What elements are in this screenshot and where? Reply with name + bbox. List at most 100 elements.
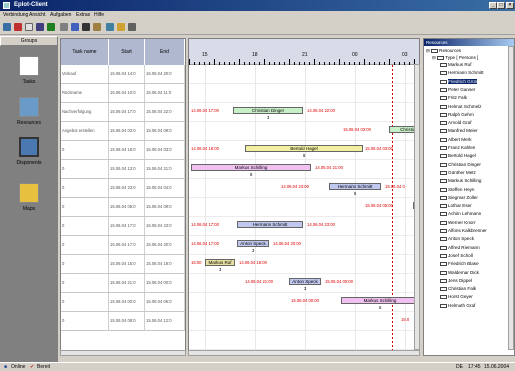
table-row[interactable]: 0 15.06.04 15:0 15.06.04 18:0 (61, 255, 185, 274)
resource-person-item[interactable]: Arnold Graf (440, 120, 472, 126)
resource-person-label: Markus Ruf (448, 62, 472, 67)
table-row[interactable]: Nachverfolgung 15.06.04 17:0 15.06.04 22:0 (61, 103, 185, 122)
resource-person-item[interactable]: Ralph Gehm (440, 112, 474, 117)
resource-person-item[interactable]: Bertold Hagel (440, 153, 476, 159)
resource-person-item[interactable]: Fritz Falk (440, 95, 467, 101)
resources-vscroll[interactable] (508, 46, 514, 350)
resource-person-item[interactable]: Alfons Kalkbrenner (440, 228, 487, 233)
resource-person-item[interactable]: Jens Dippel (440, 278, 472, 283)
table-row[interactable]: 0 15.06.04 13:0 15.06.04 21:0 (61, 160, 185, 179)
table-row[interactable]: 0 15.06.04 23:0 15.06.04 04:0 (61, 179, 185, 198)
resource-person-label: Franz Kahlen (448, 145, 476, 150)
resource-person-item[interactable]: Helmuth Graf (440, 303, 475, 308)
table-row[interactable]: Rückname 15.06.04 10:0 15.06.04 11:0 (61, 84, 185, 103)
gantt-bar[interactable]: Markus Schilling (191, 164, 311, 171)
table-row[interactable]: 0 15.06.04 08:0 15.06.04 12:0 (61, 312, 185, 331)
close-button[interactable]: × (506, 2, 514, 9)
resource-person-item[interactable]: Werner Knorr (440, 220, 476, 225)
table-row[interactable]: Angebot erstellen 15.06.04 03:0 15.06.04 0… (61, 122, 185, 141)
refresh-icon[interactable] (47, 23, 55, 31)
gantt-bar[interactable]: Christian Dinger (233, 107, 303, 114)
help-icon[interactable] (128, 23, 136, 31)
resource-person-item[interactable]: Helmut Schmelz (440, 104, 481, 109)
current-time-line (392, 65, 393, 355)
table-row[interactable]: 0 15.06.04 18:0 15.06.04 03:0 (61, 141, 185, 160)
filter-icon[interactable] (82, 23, 90, 31)
resource-person-item[interactable]: Markus Ruf (440, 62, 472, 67)
resource-person-item[interactable]: Friedrich Grün (440, 78, 478, 84)
resource-person-item[interactable]: Günther Metz (440, 170, 476, 175)
col-task-name[interactable]: Task name (61, 39, 109, 65)
gantt-bar[interactable]: Markus Schilling (341, 297, 419, 304)
resource-person-item[interactable]: Horst Geyer (440, 294, 473, 300)
menu-extras[interactable]: Extras (76, 12, 90, 18)
resource-person-item[interactable]: Waldemar Dick (440, 270, 479, 275)
gantt-bar[interactable]: Markus Ruf (205, 259, 235, 266)
disconnect-icon[interactable] (14, 23, 22, 31)
menu-verbindung[interactable]: Verbindung (3, 12, 28, 18)
resource-person-item[interactable]: Josef Scholl (440, 253, 473, 258)
settings-icon[interactable] (117, 23, 125, 31)
resource-person-item[interactable]: Manfred Meier (440, 128, 478, 134)
new-icon[interactable] (25, 23, 33, 31)
person-icon (440, 278, 447, 283)
table-row[interactable]: 0 15.06.04 17:0 15.06.04 20:0 (61, 236, 185, 255)
person-icon (440, 204, 447, 209)
menu-ansicht[interactable]: Ansicht (29, 12, 45, 18)
table-row[interactable]: 0 15.06.04 05:0 15.06.04 09:0 (61, 198, 185, 217)
maximize-button[interactable]: □ (497, 2, 505, 9)
resource-person-item[interactable]: Albert Merk (440, 137, 472, 142)
save-icon[interactable] (36, 23, 44, 31)
resource-person-item[interactable]: Peter Ganser (440, 87, 475, 92)
resource-person-item[interactable]: Lothar Eser (440, 203, 472, 209)
person-icon (440, 104, 447, 109)
resource-person-item[interactable]: Christian Dinger (440, 162, 481, 167)
table-icon[interactable] (60, 23, 68, 31)
group-maps[interactable]: Maps (8, 183, 50, 212)
resource-person-item[interactable]: Hermann Schmitt (440, 70, 484, 76)
tree-root[interactable]: ⊟ Resources (426, 48, 461, 54)
connect-icon[interactable] (3, 23, 11, 31)
resource-icon[interactable] (93, 23, 101, 31)
resource-person-item[interactable]: Franz Kahlen (440, 145, 475, 150)
gantt-icon[interactable] (71, 23, 79, 31)
person-icon (440, 79, 447, 84)
table-cell: 15.06.04 21:0 (109, 274, 145, 292)
resource-person-label: Ralph Gehm (448, 111, 474, 117)
table-cell: 15.06.04 18:0 (109, 141, 145, 159)
resource-person-item[interactable]: Siegmar Zoller (440, 195, 478, 200)
resource-person-item[interactable]: Friedrich Blase (440, 261, 479, 267)
task-grid-hscroll[interactable] (60, 350, 186, 356)
group-resources[interactable]: Resources (8, 97, 50, 126)
online-icon: ■ (4, 364, 8, 370)
tree-type-node[interactable]: ⊟ Type [ Persons ] (432, 55, 478, 61)
table-row[interactable]: 0 15.06.04 17:0 15.06.04 23:0 (61, 217, 185, 236)
col-start[interactable]: Start (109, 39, 145, 65)
group-disponents[interactable]: Disponents (8, 137, 50, 166)
menu-hilfe[interactable]: Hilfe (94, 12, 104, 18)
gantt-bar[interactable]: Anton Speck (237, 240, 269, 247)
table-row[interactable]: Verkauf 15.06.04 14:0 15.06.04 20:0 (61, 65, 185, 84)
gantt-bar[interactable]: Anton Speck (289, 278, 321, 285)
gantt-bar[interactable]: Hermann Schmitt (329, 183, 381, 190)
minimize-button[interactable]: _ (489, 2, 497, 9)
window-title: Eplot-Client (14, 2, 48, 8)
gantt-bar[interactable]: Hermann Schmitt (237, 221, 303, 228)
folder-icon (431, 49, 439, 53)
table-row[interactable]: 0 15.06.04 00:0 15.06.04 06:0 (61, 293, 185, 312)
resource-person-item[interactable]: Markus Schilling (440, 178, 481, 184)
gantt-bar[interactable]: Bertold Hagel (245, 145, 363, 152)
table-row[interactable]: 0 15.06.04 21:0 15.06.04 00:0 (61, 274, 185, 293)
group-tasks[interactable]: Tasks (8, 56, 50, 85)
resource-person-item[interactable]: Anton Speck (440, 236, 474, 242)
resource-person-item[interactable]: Christian Falk (440, 286, 476, 292)
resource-person-item[interactable]: Achim Lehmann (440, 211, 481, 217)
resource-person-item[interactable]: Alfred Riemann (440, 245, 480, 250)
gantt-hscroll[interactable] (188, 350, 420, 356)
col-end[interactable]: End (145, 39, 185, 65)
zoom-icon[interactable] (106, 23, 114, 31)
menu-aufgaben[interactable]: Aufgaben (50, 12, 71, 18)
check-icon: ✔ (30, 364, 35, 370)
resource-person-item[interactable]: Steffen Heyn (440, 187, 474, 192)
gantt-vscroll[interactable] (414, 64, 420, 350)
